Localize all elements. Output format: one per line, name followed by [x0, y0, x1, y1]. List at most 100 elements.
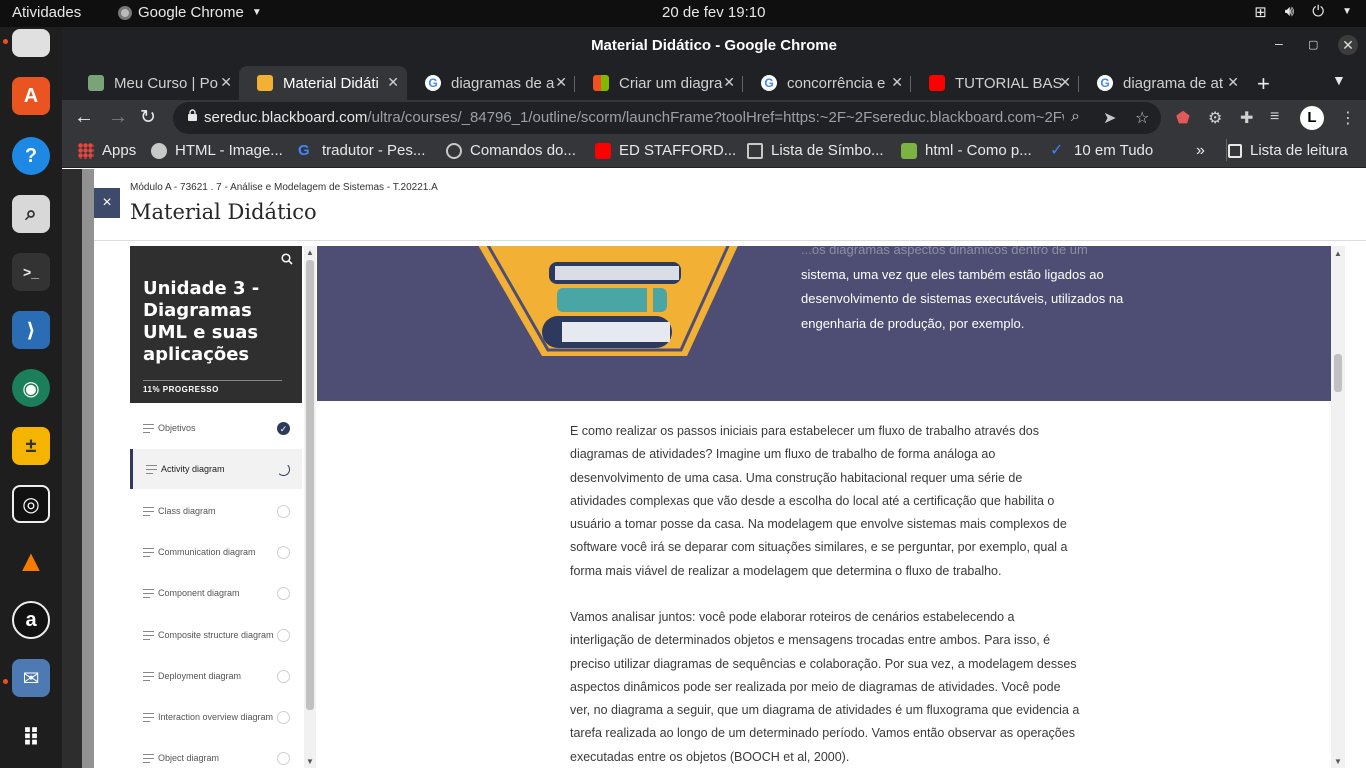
globe-icon	[151, 142, 167, 159]
vscode-icon[interactable]: ⟩	[12, 311, 50, 349]
lesson-label: Deployment diagram	[158, 670, 242, 681]
software-store-icon[interactable]: A	[12, 77, 50, 115]
tab-tutorial[interactable]: TUTORIAL BASI ✕	[911, 66, 1079, 100]
microsoft-icon	[593, 75, 609, 91]
lesson-item[interactable]: Component diagram	[130, 573, 302, 613]
lms-nav-background	[62, 169, 82, 768]
lines-icon	[143, 589, 154, 599]
bookmark-label: tradutor - Pes...	[322, 142, 426, 159]
puzzle-icon[interactable]: ✚	[1240, 108, 1253, 128]
system-tray[interactable]: ⊞ 🔊︎ ⏻ ▼	[1254, 3, 1352, 21]
lesson-item[interactable]: Objetivos ✓	[130, 408, 302, 448]
camera-icon[interactable]: ◎	[12, 485, 50, 523]
show-apps-icon[interactable]: ⠿	[12, 719, 50, 757]
bookmark-html-image[interactable]: HTML - Image...	[151, 142, 283, 159]
app-menu[interactable]: Google Chrome ▼	[118, 4, 262, 21]
forward-icon[interactable]: →	[108, 106, 128, 129]
maximize-button[interactable]: ▢	[1308, 38, 1318, 51]
bookmark-label: Lista de Símbo...	[771, 142, 884, 159]
lesson-item[interactable]: Object diagram	[130, 738, 302, 768]
tab-search-button[interactable]: ▼	[1332, 72, 1346, 88]
bookmark-comandos[interactable]: Comandos do...	[446, 142, 576, 159]
close-icon[interactable]: ✕	[1059, 74, 1071, 91]
power-icon[interactable]: ⏻	[1312, 3, 1324, 21]
bookmark-10-em-tudo[interactable]: ✓ 10 em Tudo	[1050, 142, 1153, 159]
lesson-item[interactable]: Activity diagram	[130, 449, 302, 490]
media-control-icon[interactable]: ≡	[1270, 108, 1279, 126]
bookmark-tradutor[interactable]: G tradutor - Pes...	[298, 142, 425, 159]
empty-circle-icon	[277, 752, 290, 766]
scroll-up-icon[interactable]: ▲	[1334, 249, 1342, 258]
lesson-label: Class diagram	[158, 505, 216, 516]
lesson-label: Interaction overview diagram	[158, 712, 274, 723]
bookmark-star-icon[interactable]: ☆	[1135, 108, 1149, 128]
back-icon[interactable]: ←	[74, 106, 94, 129]
scroll-up-icon[interactable]: ▲	[306, 248, 314, 257]
close-window-button[interactable]: ✕	[1338, 35, 1358, 55]
shield-extension-icon[interactable]: ⬟	[1176, 108, 1190, 128]
progress-label: 11% PROGRESSO	[143, 385, 219, 394]
extension-icon[interactable]: ⚙	[1208, 108, 1222, 128]
lesson-item[interactable]: Class diagram	[130, 491, 302, 531]
search-icon[interactable]	[281, 253, 293, 265]
bookmark-ed-stafford[interactable]: ED STAFFORD...	[595, 142, 736, 159]
calculator-icon[interactable]: ±	[12, 427, 50, 465]
close-icon[interactable]: ✕	[891, 74, 903, 91]
new-tab-button[interactable]: +	[1257, 71, 1270, 97]
lesson-item[interactable]: Composite structure diagram	[130, 615, 302, 655]
reading-list-button[interactable]: Lista de leitura	[1228, 142, 1348, 159]
scroll-thumb[interactable]	[306, 260, 314, 710]
amazon-icon[interactable]: a	[12, 601, 50, 639]
files-app-icon[interactable]	[12, 29, 50, 57]
content-scrollbar[interactable]: ▲ ▼	[1331, 246, 1345, 768]
minimize-button[interactable]: –	[1275, 35, 1283, 51]
sidebar-scrollbar[interactable]: ▲ ▼	[304, 246, 316, 768]
tab-criar-diagrama[interactable]: Criar um diagra ✕	[575, 66, 743, 100]
close-icon[interactable]: ✕	[220, 74, 232, 91]
zoom-icon[interactable]: ⌕	[1071, 108, 1080, 126]
menu-icon[interactable]: ⋮	[1340, 108, 1356, 128]
close-icon[interactable]: ✕	[1227, 74, 1239, 91]
empty-circle-icon	[277, 711, 290, 725]
tab-meu-curso[interactable]: Meu Curso | Po ✕	[70, 66, 240, 100]
reload-icon[interactable]: ↻	[140, 106, 156, 129]
lesson-item[interactable]: Deployment diagram	[130, 656, 302, 696]
tab-material-didatico[interactable]: Material Didáti ✕	[239, 66, 407, 100]
help-icon[interactable]: ?	[12, 137, 50, 175]
tab-diagrama-de-at[interactable]: G diagrama de at ✕	[1079, 66, 1247, 100]
screenshot-icon[interactable]: ⌕	[12, 195, 50, 233]
bookmark-apps[interactable]: Apps	[78, 142, 136, 159]
more-bookmarks-button[interactable]: »	[1196, 142, 1205, 160]
running-indicator	[3, 39, 8, 44]
bookmark-lista-simbolos[interactable]: Lista de Símbo...	[747, 142, 884, 159]
address-bar[interactable]: sereduc.blackboard.com/ultra/courses/_84…	[173, 102, 1161, 134]
close-icon[interactable]: ✕	[387, 74, 399, 91]
tab-concorrencia[interactable]: G concorrência e ✕	[743, 66, 911, 100]
mail-icon[interactable]: ✉	[12, 659, 50, 697]
shotwell-icon[interactable]: ◉	[12, 369, 50, 407]
vlc-icon[interactable]: ▲	[12, 543, 50, 581]
send-icon[interactable]: ➤	[1103, 108, 1116, 128]
lesson-item[interactable]: Interaction overview diagram	[130, 697, 302, 737]
volume-icon[interactable]: 🔊︎	[1285, 3, 1294, 21]
tab-label: Criar um diagra	[619, 74, 723, 92]
network-icon[interactable]: ⊞	[1254, 3, 1267, 21]
activities-button[interactable]: Atividades	[12, 4, 81, 21]
close-icon[interactable]: ✕	[723, 74, 735, 91]
scroll-down-icon[interactable]: ▼	[1334, 757, 1342, 766]
tab-diagramas[interactable]: G diagramas de a ✕	[407, 66, 575, 100]
tab-strip: Meu Curso | Po ✕ Material Didáti ✕ G dia…	[62, 64, 1366, 100]
chevron-down-icon[interactable]: ▼	[1342, 3, 1352, 21]
terminal-icon[interactable]: >_	[12, 253, 50, 291]
scroll-down-icon[interactable]: ▼	[306, 757, 314, 766]
site-icon	[88, 75, 104, 91]
profile-avatar[interactable]: L	[1300, 106, 1324, 130]
bookmark-html-como[interactable]: html - Como p...	[901, 142, 1032, 159]
banner-text: ...os diagramas aspectos dinâmicos dentr…	[801, 246, 1131, 336]
bookmark-label: Apps	[102, 142, 137, 159]
close-icon[interactable]: ✕	[555, 74, 567, 91]
clock[interactable]: 20 de fev 19:10	[662, 4, 765, 21]
close-panel-button[interactable]: ×	[94, 188, 120, 218]
lesson-item[interactable]: Communication diagram	[130, 532, 302, 572]
scroll-thumb[interactable]	[1334, 354, 1342, 392]
